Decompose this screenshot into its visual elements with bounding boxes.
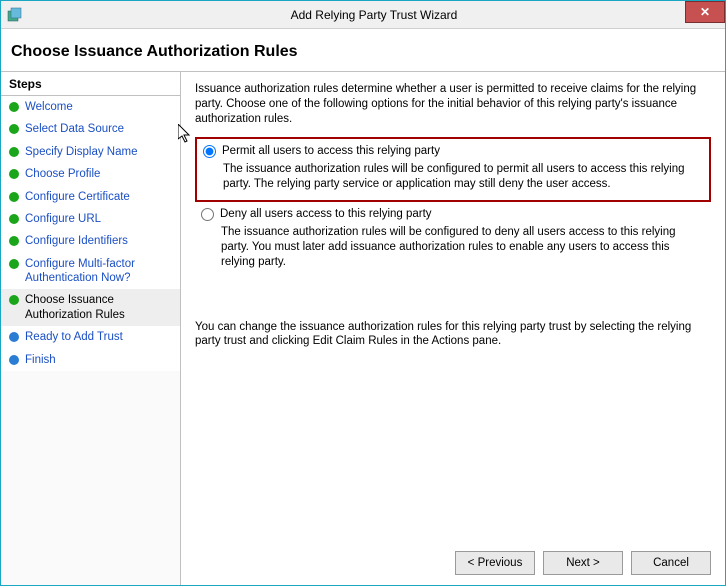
radio-deny[interactable] [201,208,214,221]
close-button[interactable]: ✕ [685,1,725,23]
option-permit-label: Permit all users to access this relying … [222,145,440,157]
step-7[interactable]: Configure Multi-factor Authentication No… [1,253,180,290]
step-label: Choose Issuance Authorization Rules [25,293,174,322]
step-label: Configure URL [25,212,174,226]
option-deny-desc: The issuance authorization rules will be… [221,225,703,270]
app-icon [7,7,23,23]
step-label: Ready to Add Trust [25,330,174,344]
step-bullet-icon [9,259,19,269]
option-permit[interactable]: Permit all users to access this relying … [195,137,711,202]
steps-sidebar: Steps Welcome Select Data Source Specify D… [1,72,181,585]
step-bullet-icon [9,169,19,179]
step-2[interactable]: Specify Display Name [1,141,180,163]
step-label: Specify Display Name [25,145,174,159]
step-3[interactable]: Choose Profile [1,163,180,185]
close-icon: ✕ [700,5,710,19]
step-label: Configure Certificate [25,190,174,204]
wizard-window: Add Relying Party Trust Wizard ✕ Choose … [0,0,726,586]
option-permit-desc: The issuance authorization rules will be… [223,162,701,192]
main-panel: Issuance authorization rules determine w… [181,72,725,585]
step-8: Choose Issuance Authorization Rules [1,289,180,326]
step-10[interactable]: Finish [1,349,180,371]
step-bullet-icon [9,236,19,246]
button-bar: < Previous Next > Cancel [455,551,711,575]
step-bullet-icon [9,295,19,305]
step-label: Welcome [25,100,174,114]
radio-permit[interactable] [203,145,216,158]
option-deny[interactable]: Deny all users access to this relying pa… [195,202,711,278]
step-9[interactable]: Ready to Add Trust [1,326,180,348]
step-bullet-icon [9,332,19,342]
step-6[interactable]: Configure Identifiers [1,230,180,252]
step-0[interactable]: Welcome [1,96,180,118]
titlebar: Add Relying Party Trust Wizard ✕ [1,1,725,29]
page-heading: Choose Issuance Authorization Rules [1,29,725,71]
step-label: Configure Multi-factor Authentication No… [25,257,174,286]
step-5[interactable]: Configure URL [1,208,180,230]
step-1[interactable]: Select Data Source [1,118,180,140]
options-group: Permit all users to access this relying … [195,137,711,278]
step-label: Select Data Source [25,122,174,136]
wizard-body: Steps Welcome Select Data Source Specify D… [1,71,725,585]
step-label: Choose Profile [25,167,174,181]
step-label: Configure Identifiers [25,234,174,248]
intro-text: Issuance authorization rules determine w… [195,82,711,127]
steps-title: Steps [1,72,180,96]
next-button[interactable]: Next > [543,551,623,575]
step-bullet-icon [9,147,19,157]
step-bullet-icon [9,355,19,365]
step-bullet-icon [9,102,19,112]
step-bullet-icon [9,214,19,224]
step-bullet-icon [9,192,19,202]
step-4[interactable]: Configure Certificate [1,186,180,208]
step-label: Finish [25,353,174,367]
option-deny-label: Deny all users access to this relying pa… [220,208,432,220]
window-title: Add Relying Party Trust Wizard [23,8,725,22]
previous-button[interactable]: < Previous [455,551,535,575]
step-bullet-icon [9,124,19,134]
cancel-button[interactable]: Cancel [631,551,711,575]
footer-note: You can change the issuance authorizatio… [195,320,711,350]
